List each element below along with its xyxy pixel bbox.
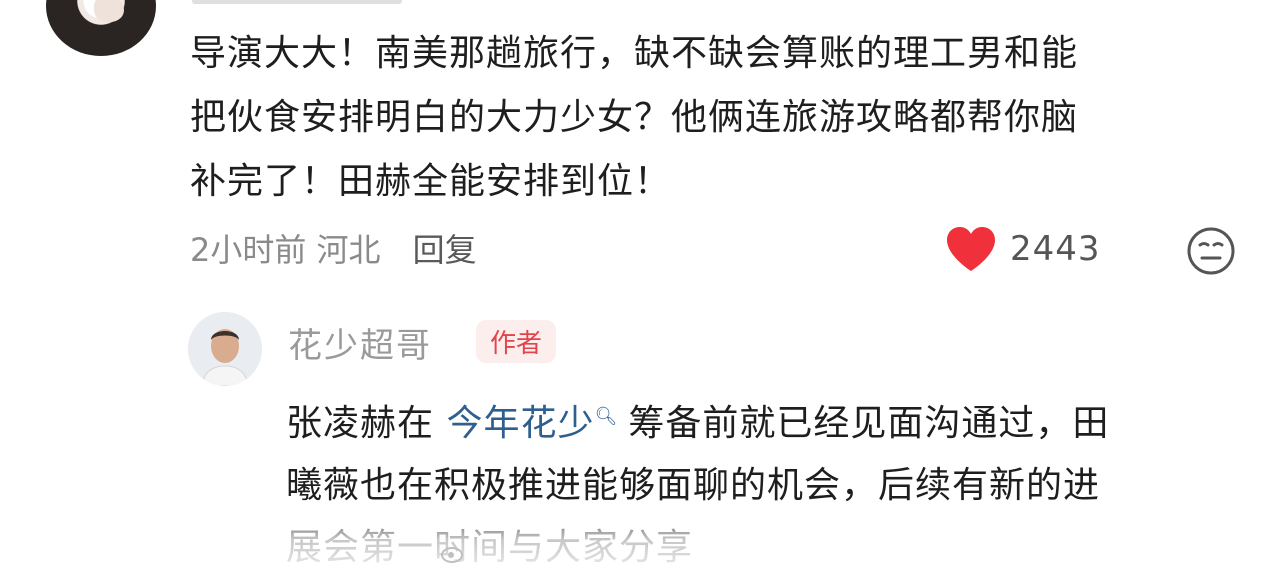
reply-author-name[interactable]: 花少超哥 — [288, 318, 432, 367]
comment-time-location: 2小时前 河北 — [190, 225, 381, 271]
commenter-avatar[interactable] — [46, 0, 156, 56]
reply-line: 展会第一时间与大家分享 — [286, 527, 694, 568]
comment-body: 导演大大！南美那趟旅行，缺不缺会算账的理工男和能 把伙食安排明白的大力少女？他俩… — [190, 22, 1230, 214]
weibo-logo-icon — [441, 547, 463, 563]
comment-line: 把伙食安排明白的大力少女？他俩连旅游攻略都帮你脑 — [190, 97, 1079, 138]
search-icon: 🔍︎ — [594, 406, 619, 427]
reply-line: 曦薇也在积极推进能够面聊的机会，后续有新的进 — [286, 465, 1101, 506]
author-badge: 作者 — [476, 320, 557, 363]
reply-button[interactable]: 回复 — [413, 225, 477, 271]
neutral-face-icon[interactable] — [1186, 226, 1236, 276]
like-button[interactable]: 2443 — [944, 224, 1101, 274]
reply-text-segment: 筹备前就已经见面沟通过，田 — [628, 403, 1110, 444]
reply-line: 张凌赫在 今年花少🔍︎ 筹备前就已经见面沟通过，田 — [286, 386, 1246, 455]
avatar-hand — [94, 0, 124, 22]
comment-line: 导演大大！南美那趟旅行，缺不缺会算账的理工男和能 — [190, 33, 1079, 74]
comment-meta: 2小时前 河北 回复 — [190, 224, 477, 272]
comment-line: 补完了！田赫全能安排到位！ — [190, 161, 672, 202]
reply-body: 张凌赫在 今年花少🔍︎ 筹备前就已经见面沟通过，田 曦薇也在积极推进能够面聊的机会… — [286, 386, 1246, 579]
topic-link[interactable]: 今年花少 — [446, 403, 594, 444]
like-count: 2443 — [1010, 229, 1101, 269]
comment-location: 河北 — [316, 231, 381, 269]
reply-text-segment: 张凌赫在 — [286, 403, 447, 444]
comment-time: 2小时前 — [190, 231, 307, 269]
reply-author-avatar[interactable] — [188, 312, 262, 386]
heart-icon — [947, 227, 995, 271]
watermark — [440, 540, 466, 566]
commenter-name-cropped — [192, 0, 402, 4]
comment-thread: 导演大大！南美那趟旅行，缺不缺会算账的理工男和能 把伙食安排明白的大力少女？他俩… — [0, 0, 1284, 588]
person-avatar-icon — [188, 312, 262, 386]
